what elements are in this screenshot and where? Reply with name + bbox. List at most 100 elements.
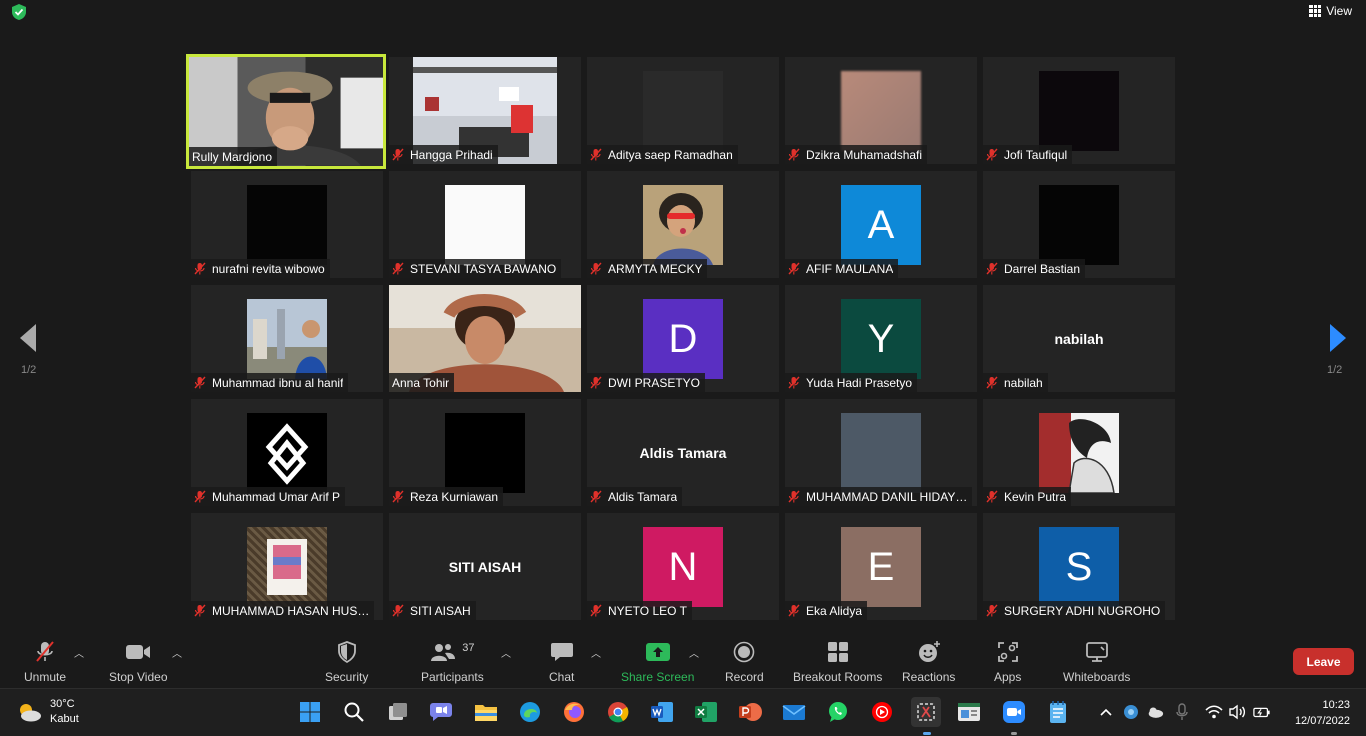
video-camera-icon <box>126 645 151 659</box>
onedrive-cloud-icon[interactable] <box>1146 703 1164 721</box>
share-screen-button[interactable]: Share Screen <box>621 640 694 684</box>
whiteboards-button[interactable]: Whiteboards <box>1063 640 1130 684</box>
word-icon[interactable] <box>649 699 675 725</box>
weather-widget[interactable]: 30°C Kabut <box>16 697 79 727</box>
participant-name-label: Muhammad Umar Arif P <box>191 487 346 506</box>
participant-name-label: nabilah <box>983 373 1048 392</box>
video-options-caret-icon[interactable]: ︿ <box>172 645 182 660</box>
view-button[interactable]: View <box>1309 4 1352 18</box>
next-page-icon[interactable] <box>1328 322 1348 354</box>
breakout-rooms-label: Breakout Rooms <box>793 670 883 684</box>
participant-tile[interactable]: Aditya saep Ramadhan <box>587 57 779 164</box>
participant-name-label: SITI AISAH <box>389 601 476 620</box>
leave-button[interactable]: Leave <box>1293 648 1354 675</box>
chat-label: Chat <box>549 670 575 684</box>
whatsapp-icon[interactable] <box>825 699 851 725</box>
weather-cloud-sun-icon <box>20 704 41 722</box>
participant-tile[interactable]: Muhammad ibnu al hanif <box>191 285 383 392</box>
search-icon[interactable] <box>341 699 367 725</box>
participant-tile[interactable]: A AFIF MAULANA <box>785 171 977 278</box>
participant-avatar: A <box>841 185 921 265</box>
snipping-tool-icon[interactable] <box>911 697 941 727</box>
show-hidden-icons-chevron-icon[interactable] <box>1097 703 1115 721</box>
taskbar-clock[interactable]: 10:23 12/07/2022 <box>1295 697 1350 729</box>
unmute-label: Unmute <box>24 670 67 684</box>
meeting-toolbar: Unmute ︿ Stop Video ︿ Security 37 Partic… <box>0 632 1366 688</box>
participant-tile[interactable]: Reza Kurniawan <box>389 399 581 506</box>
participant-tile[interactable]: Jofi Taufiqul <box>983 57 1175 164</box>
chrome-icon[interactable] <box>605 699 631 725</box>
chat-button[interactable]: Chat <box>549 640 574 684</box>
participants-button[interactable]: 37 Participants <box>421 640 484 684</box>
microphone-tray-icon[interactable] <box>1173 703 1191 721</box>
participant-avatar: E <box>841 527 921 607</box>
participant-tile[interactable]: N NYETO LEO T <box>587 513 779 620</box>
participant-tile[interactable]: Muhammad Umar Arif P <box>191 399 383 506</box>
volume-icon[interactable] <box>1228 703 1246 721</box>
stop-video-label: Stop Video <box>109 670 168 684</box>
share-screen-caret-icon[interactable]: ︿ <box>689 645 699 660</box>
participant-tile[interactable]: Aldis Tamara Aldis Tamara <box>587 399 779 506</box>
share-screen-label: Share Screen <box>621 670 695 684</box>
participant-tile[interactable]: Dzikra Muhamadshafi <box>785 57 977 164</box>
participant-tile[interactable]: S SURGERY ADHI NUGROHO <box>983 513 1175 620</box>
muted-mic-icon <box>392 490 404 503</box>
participant-tile[interactable]: Kevin Putra <box>983 399 1175 506</box>
participant-name-label: Jofi Taufiqul <box>983 145 1073 164</box>
zoom-app-icon[interactable] <box>1001 699 1027 725</box>
teams-chat-icon[interactable] <box>428 699 454 725</box>
task-view-icon[interactable] <box>385 699 411 725</box>
participant-tile[interactable]: ARMYTA MECKY <box>587 171 779 278</box>
battery-charging-icon[interactable] <box>1253 703 1271 721</box>
security-button[interactable]: Security <box>325 640 368 684</box>
chat-caret-icon[interactable]: ︿ <box>591 645 601 660</box>
network-globe-icon[interactable] <box>1122 703 1140 721</box>
participant-tile[interactable]: SITI AISAH SITI AISAH <box>389 513 581 620</box>
wifi-icon[interactable] <box>1205 703 1223 721</box>
audio-options-caret-icon[interactable]: ︿ <box>74 645 84 660</box>
encryption-shield-icon[interactable] <box>10 3 28 21</box>
record-icon <box>734 641 755 663</box>
participant-tile[interactable]: D DWI PRASETYO <box>587 285 779 392</box>
firefox-icon[interactable] <box>561 699 587 725</box>
notepad-icon[interactable] <box>1045 699 1071 725</box>
participant-name-label: Darrel Bastian <box>983 259 1086 278</box>
muted-mic-icon <box>788 604 800 617</box>
participant-tile[interactable]: E Eka Alidya <box>785 513 977 620</box>
participant-name-label: SURGERY ADHI NUGROHO <box>983 601 1166 620</box>
unmute-button[interactable]: Unmute <box>24 640 66 684</box>
participant-name-label: Yuda Hadi Prasetyo <box>785 373 918 392</box>
participants-caret-icon[interactable]: ︿ <box>501 645 511 660</box>
windows-start-icon[interactable] <box>297 699 323 725</box>
youtube-music-icon[interactable] <box>869 699 895 725</box>
powerpoint-icon[interactable] <box>737 699 763 725</box>
apps-button[interactable]: Apps <box>994 640 1021 684</box>
participant-tile[interactable]: Hangga Prihadi <box>389 57 581 164</box>
app-window-icon[interactable] <box>956 699 982 725</box>
stop-video-button[interactable]: Stop Video <box>109 640 168 684</box>
record-button[interactable]: Record <box>725 640 764 684</box>
record-label: Record <box>725 670 764 684</box>
whiteboards-label: Whiteboards <box>1063 670 1131 684</box>
participant-tile[interactable]: Y Yuda Hadi Prasetyo <box>785 285 977 392</box>
edge-browser-icon[interactable] <box>517 699 543 725</box>
muted-mic-icon <box>194 376 206 389</box>
participant-tile[interactable]: MUHAMMAD DANIL HIDAY… <box>785 399 977 506</box>
muted-mic-icon <box>986 148 998 161</box>
participant-tile[interactable]: Anna Tohir <box>389 285 581 392</box>
breakout-rooms-button[interactable]: Breakout Rooms <box>793 640 882 684</box>
participant-tile[interactable]: Darrel Bastian <box>983 171 1175 278</box>
muted-mic-icon <box>194 262 206 275</box>
previous-page-icon[interactable] <box>18 322 38 354</box>
excel-icon[interactable] <box>693 699 719 725</box>
whiteboard-icon <box>1085 642 1108 662</box>
reactions-button[interactable]: Reactions <box>902 640 955 684</box>
participant-tile[interactable]: nurafni revita wibowo <box>191 171 383 278</box>
participant-tile[interactable]: Rully Mardjono <box>186 54 386 169</box>
participant-tile[interactable]: nabilah nabilah <box>983 285 1175 392</box>
file-explorer-icon[interactable] <box>473 699 499 725</box>
mail-icon[interactable] <box>781 699 807 725</box>
participant-tile[interactable]: MUHAMMAD HASAN HUS… <box>191 513 383 620</box>
participant-tile[interactable]: STEVANI TASYA BAWANO <box>389 171 581 278</box>
weather-temperature: 30°C <box>50 698 75 710</box>
